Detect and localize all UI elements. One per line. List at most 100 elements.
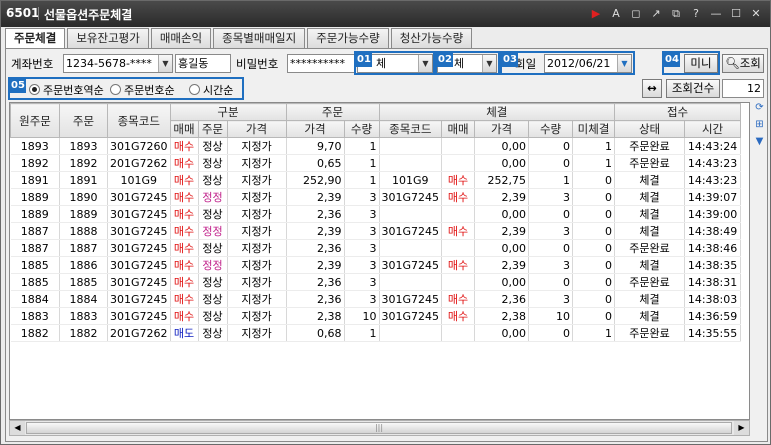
mini-button[interactable]: 미니 bbox=[684, 54, 718, 73]
table-cell: 1885 bbox=[59, 273, 108, 291]
col-price-type[interactable]: 가격 bbox=[226, 120, 287, 138]
table-row[interactable]: 1893 1893 301G7260 매수 정상 지정가 9,70 1 0,00 0 1 주문완료 14… bbox=[10, 137, 742, 155]
tab-trading-pnl[interactable]: 매매손익 bbox=[150, 28, 212, 48]
window-title: 선물옵션주문체결 bbox=[44, 8, 133, 22]
account-name: 홍길동 bbox=[178, 57, 209, 70]
query-button[interactable]: 🔍︎조회 bbox=[722, 54, 764, 73]
radio-icon bbox=[110, 84, 121, 95]
add-column-icon[interactable]: ⊞ bbox=[752, 119, 767, 134]
table-cell: 3 bbox=[344, 222, 380, 240]
password-value: ********** bbox=[290, 57, 345, 70]
sort-row: 05 주문번호역순 주문번호순 시간순 ↔ 조회건수 12 bbox=[6, 77, 766, 100]
col-status[interactable]: 상태 bbox=[614, 120, 686, 138]
sort-option-forward[interactable]: 주문번호순 bbox=[110, 82, 175, 98]
chevron-down-icon[interactable]: ▼ bbox=[158, 55, 172, 72]
table-cell: 주문완료 bbox=[614, 137, 686, 155]
window-icon[interactable]: ◻ bbox=[628, 6, 644, 22]
table-cell: 1891 bbox=[10, 171, 60, 189]
table-cell bbox=[379, 205, 443, 223]
table-row[interactable]: 1885 1886 301G7245 매수 정정 지정가 2,39 3 301G7245 매수 2,… bbox=[10, 256, 742, 274]
account-select[interactable]: 1234-5678-**** ▼ bbox=[63, 54, 173, 73]
table-row[interactable]: 1891 1891 101G9 매수 정상 지정가 252,90 1 101G9 매수 252,75… bbox=[10, 171, 742, 189]
scroll-thumb[interactable]: ||| bbox=[26, 422, 732, 434]
table-row[interactable]: 1892 1892 201G7262 매수 정상 지정가 0,65 1 0,00 0 1 주문완료 14… bbox=[10, 154, 742, 172]
table-cell: 지정가 bbox=[227, 171, 287, 189]
table-cell: 지정가 bbox=[227, 222, 287, 240]
scroll-right-icon[interactable]: ▶ bbox=[734, 421, 749, 435]
maximize-icon[interactable]: ☐ bbox=[728, 6, 744, 22]
pin-icon[interactable]: ↗ bbox=[648, 6, 664, 22]
table-cell: 매수 bbox=[170, 307, 199, 325]
date-select[interactable]: 2012/06/21 ▼ bbox=[544, 54, 632, 73]
text-size-icon[interactable]: A bbox=[608, 6, 624, 22]
table-cell: 매수 bbox=[170, 154, 199, 172]
chevron-down-icon[interactable]: ▼ bbox=[752, 136, 767, 151]
chevron-down-icon[interactable]: ▼ bbox=[418, 55, 432, 72]
table-row[interactable]: 1889 1889 301G7245 매수 정상 지정가 2,36 3 0,00 0 0 체결 14:3… bbox=[10, 205, 742, 223]
flag-icon[interactable]: ▶ bbox=[588, 6, 604, 22]
col-time[interactable]: 시간 bbox=[684, 120, 742, 138]
tab-liquidatable-qty[interactable]: 청산가능수량 bbox=[390, 28, 473, 48]
col-order-price[interactable]: 가격 bbox=[285, 120, 345, 138]
table-cell: 9,70 bbox=[286, 137, 345, 155]
table-row[interactable]: 1887 1888 301G7245 매수 정정 지정가 2,39 3 301G7245 매수 2,… bbox=[10, 222, 742, 240]
calendar-dropdown-icon[interactable]: ▼ bbox=[617, 55, 631, 72]
password-field[interactable]: ********** bbox=[287, 54, 355, 73]
col-exec-price[interactable]: 가격 bbox=[474, 120, 530, 138]
col-exec-side[interactable]: 매매 bbox=[441, 120, 476, 138]
tab-item-journal[interactable]: 종목별매매일지 bbox=[213, 28, 306, 48]
radio-icon bbox=[189, 84, 200, 95]
table-cell: 1 bbox=[344, 154, 380, 172]
orders-grid[interactable]: 원주문 주문 종목코드 구분 주문 체결 접수 매매 주문 가격 가격 수량 종… bbox=[9, 102, 750, 420]
table-row[interactable]: 1887 1887 301G7245 매수 정상 지정가 2,36 3 0,00 0 0 주문완료 14… bbox=[10, 239, 742, 257]
help-icon[interactable]: ? bbox=[688, 6, 704, 22]
tab-holdings-eval[interactable]: 보유잔고평가 bbox=[67, 28, 149, 48]
col-exec-item[interactable]: 종목코드 bbox=[378, 120, 443, 138]
tab-order-execution[interactable]: 주문체결 bbox=[5, 28, 66, 49]
tab-orderable-qty[interactable]: 주문가능수량 bbox=[307, 28, 389, 48]
table-cell bbox=[441, 154, 476, 172]
table-cell: 정상 bbox=[198, 154, 228, 172]
table-cell: 0,00 bbox=[474, 154, 530, 172]
table-cell: 0 bbox=[572, 256, 616, 274]
table-cell: 14:38:35 bbox=[684, 256, 742, 274]
table-row[interactable]: 1889 1890 301G7245 매수 정정 지정가 2,39 3 301G7245 매수 2,… bbox=[10, 188, 742, 206]
table-row[interactable]: 1885 1885 301G7245 매수 정상 지정가 2,36 3 0,00 0 0 주문완료 14… bbox=[10, 273, 742, 291]
horizontal-scrollbar[interactable]: ◀ ||| ▶ bbox=[9, 420, 750, 436]
table-cell: 1889 bbox=[10, 205, 60, 223]
badge-03: 03 bbox=[502, 53, 518, 67]
table-cell: 주문완료 bbox=[614, 324, 686, 342]
table-cell: 301G7245 bbox=[107, 239, 171, 257]
table-cell: 정상 bbox=[198, 307, 228, 325]
col-orig-order[interactable]: 원주문 bbox=[10, 103, 60, 138]
table-row[interactable]: 1883 1883 301G7245 매수 정상 지정가 2,38 10 301G7245 매수 2… bbox=[10, 307, 742, 325]
close-icon[interactable]: ✕ bbox=[748, 6, 764, 22]
table-row[interactable]: 1884 1884 301G7245 매수 정상 지정가 2,36 3 301G7245 매수 2,… bbox=[10, 290, 742, 308]
minimize-icon[interactable]: — bbox=[708, 6, 724, 22]
sort-option-time[interactable]: 시간순 bbox=[189, 82, 233, 98]
col-order-qty[interactable]: 수량 bbox=[343, 120, 380, 138]
toggle-arrows-button[interactable]: ↔ bbox=[642, 79, 662, 98]
count-label: 조회건수 bbox=[666, 79, 720, 98]
table-cell: 2,38 bbox=[474, 307, 530, 325]
col-unfilled[interactable]: 미체결 bbox=[572, 120, 616, 138]
table-cell: 2,39 bbox=[474, 222, 530, 240]
table-cell: 1 bbox=[344, 324, 380, 342]
table-row[interactable]: 1882 1882 201G7262 매도 정상 지정가 0,68 1 0,00 0 1 주문완료 14… bbox=[10, 324, 742, 342]
scroll-left-icon[interactable]: ◀ bbox=[10, 421, 25, 435]
col-exec-qty[interactable]: 수량 bbox=[528, 120, 574, 138]
col-item-code[interactable]: 종목코드 bbox=[107, 103, 171, 138]
table-cell: 0,65 bbox=[286, 154, 345, 172]
table-cell bbox=[379, 239, 443, 257]
table-cell: 지정가 bbox=[227, 273, 287, 291]
col-order-no[interactable]: 주문 bbox=[59, 103, 108, 138]
col-side[interactable]: 매매 bbox=[169, 120, 199, 138]
col-order-kind[interactable]: 주문 bbox=[197, 120, 228, 138]
table-cell: 3 bbox=[528, 290, 574, 308]
table-cell: 매수 bbox=[170, 273, 199, 291]
refresh-icon[interactable]: ⟳ bbox=[752, 102, 767, 117]
sort-option-reverse[interactable]: 주문번호역순 bbox=[29, 82, 104, 98]
restore-icon[interactable]: ⧉ bbox=[668, 6, 684, 22]
table-cell: 3 bbox=[344, 273, 380, 291]
chevron-down-icon[interactable]: ▼ bbox=[482, 55, 496, 72]
